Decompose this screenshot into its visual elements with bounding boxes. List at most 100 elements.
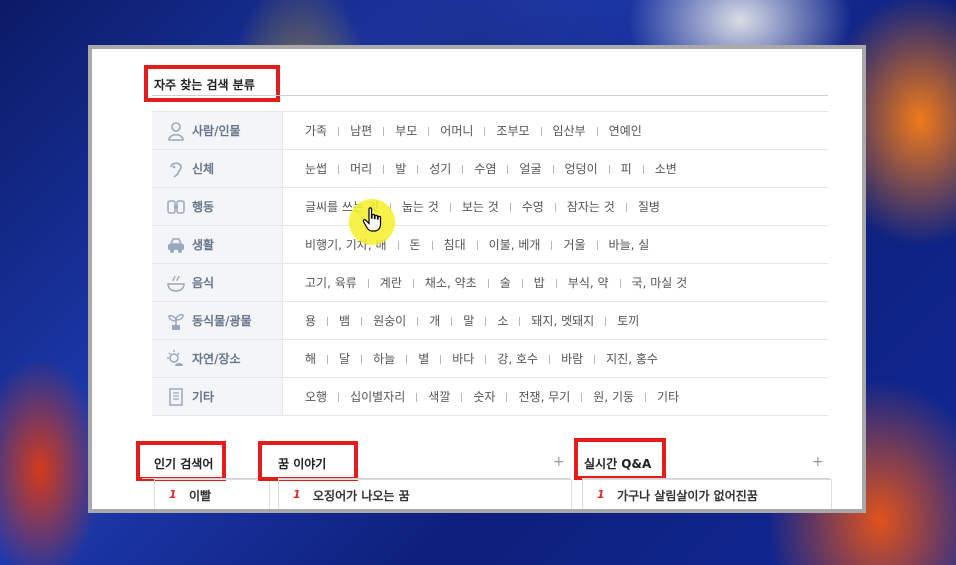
category-item-link[interactable]: 발 [395,160,406,177]
category-item-link[interactable]: 원숭이 [373,312,406,329]
category-row: 사람/인물 가족 남편 부모 어머니 조부모 임산부 연예인 [152,111,828,150]
category-item-link[interactable]: 오행 [305,388,327,405]
category-item-link[interactable]: 임산부 [553,122,586,139]
category-item-link[interactable]: 성기 [429,160,451,177]
category-name[interactable]: 사람/인물 [192,122,241,139]
highlight-box-popular [136,441,226,481]
category-item-link[interactable]: 술 [500,274,511,291]
category-item-link[interactable]: 토끼 [617,312,639,329]
category-item-link[interactable]: 부식, 약 [568,274,609,291]
category-item-link[interactable]: 질병 [638,198,660,215]
category-item-link[interactable]: 별 [418,350,429,367]
highlight-box-qna [574,438,666,480]
category-item-link[interactable]: 수영 [522,198,544,215]
section-divider [152,95,828,96]
category-name[interactable]: 동식물/광물 [192,312,252,329]
category-item-link[interactable]: 돼지, 멧돼지 [531,312,594,329]
category-name[interactable]: 자연/장소 [192,350,241,367]
category-item-link[interactable]: 하늘 [373,350,395,367]
category-item-link[interactable]: 잠자는 것 [567,198,615,215]
category-item-link[interactable]: 얼굴 [519,160,541,177]
category-item-link[interactable]: 숫자 [473,388,495,405]
category-head[interactable]: 음식 [152,263,283,302]
category-item-link[interactable]: 원, 기둥 [593,388,634,405]
category-item-link[interactable]: 용 [305,312,316,329]
category-item-link[interactable]: 어머니 [440,122,473,139]
category-item-link[interactable]: 계란 [380,274,402,291]
category-item-link[interactable]: 국, 마실 것 [632,274,688,291]
item-separator [507,165,509,174]
category-item-link[interactable]: 돈 [410,236,421,253]
category-head[interactable]: 동식물/광물 [152,301,283,340]
category-item-link[interactable]: 지진, 홍수 [606,350,658,367]
category-item-link[interactable]: 피 [621,160,632,177]
category-item-link[interactable]: 바람 [561,350,583,367]
category-name[interactable]: 행동 [192,198,214,215]
category-item-link[interactable]: 십이별자리 [350,388,405,405]
category-item-link[interactable]: 기타 [657,388,679,405]
category-item-link[interactable]: 고기, 육류 [305,274,357,291]
category-item-link[interactable]: 전쟁, 무기 [518,388,570,405]
item-separator [605,317,607,326]
category-item-link[interactable]: 수염 [474,160,496,177]
item-separator [361,355,363,364]
category-item-link[interactable]: 밥 [534,274,545,291]
category-item-link[interactable]: 보는 것 [462,198,499,215]
category-name[interactable]: 신체 [192,160,214,177]
category-item-link[interactable]: 침대 [444,236,466,253]
item-separator [367,279,369,288]
item-separator [625,203,627,212]
popular-item-text[interactable]: 이빨 [189,487,211,504]
category-item-link[interactable]: 개 [429,312,440,329]
category-item-link[interactable]: 거울 [563,236,585,253]
category-item-link[interactable]: 이불, 베개 [489,236,541,253]
category-item-link[interactable]: 눈썹 [305,160,327,177]
item-separator [487,279,489,288]
dream-story-more-button[interactable]: + [553,454,565,470]
category-item-link[interactable]: 엉덩이 [565,160,598,177]
category-item-link[interactable]: 색깔 [428,388,450,405]
category-head[interactable]: 기타 [152,377,283,416]
category-item-link[interactable]: 남편 [350,122,372,139]
category-item-link[interactable]: 강, 호수 [497,350,538,367]
category-item-link[interactable]: 조부모 [496,122,529,139]
rank-number: 1 [169,488,177,501]
category-item-link[interactable]: 바다 [452,350,474,367]
category-item-link[interactable]: 달 [339,350,350,367]
category-item-link[interactable]: 바늘, 실 [609,236,650,253]
category-row: 자연/장소 해 달 하늘 별 바다 강, 호수 바람 지진, 홍수 [152,339,828,378]
item-separator [619,279,621,288]
car-icon [168,237,184,253]
category-item-link[interactable]: 눕는 것 [402,198,439,215]
item-separator [485,355,487,364]
category-item-link[interactable]: 머리 [350,160,372,177]
category-item-link[interactable]: 소 [497,312,508,329]
category-head[interactable]: 행동 [152,187,283,226]
category-item-link[interactable]: 해 [305,350,316,367]
dream-story-item-text[interactable]: 오징어가 나오는 꿈 [313,487,410,504]
dream-story-item[interactable]: 1 오징어가 나오는 꿈 [278,479,572,509]
category-item-link[interactable]: 소변 [655,160,677,177]
category-head[interactable]: 신체 [152,149,283,188]
category-head[interactable]: 사람/인물 [152,111,283,150]
category-name[interactable]: 기타 [192,388,214,405]
qna-item-text[interactable]: 가구나 살림살이가 없어진꿈 [617,487,758,504]
category-item-link[interactable]: 뱀 [339,312,350,329]
category-item-link[interactable]: 가족 [305,122,327,139]
category-name[interactable]: 음식 [192,274,214,291]
category-item-link[interactable]: 연예인 [609,122,642,139]
category-items: 눈썹 머리 발 성기 수염 얼굴 엉덩이 피 소변 [282,149,828,188]
qna-more-button[interactable]: + [812,454,824,470]
item-separator [645,393,647,402]
category-item-link[interactable]: 말 [463,312,474,329]
rank-number: 1 [597,488,605,501]
category-item-link[interactable]: 부모 [395,122,417,139]
category-head[interactable]: 자연/장소 [152,339,283,378]
category-name[interactable]: 생활 [192,236,214,253]
item-separator [361,317,363,326]
item-separator [383,165,385,174]
category-item-link[interactable]: 채소, 약초 [425,274,477,291]
popular-item[interactable]: 1 이빨 [154,479,270,509]
qna-item[interactable]: 1 가구나 살림살이가 없어진꿈 [582,479,832,509]
category-head[interactable]: 생활 [152,225,283,264]
